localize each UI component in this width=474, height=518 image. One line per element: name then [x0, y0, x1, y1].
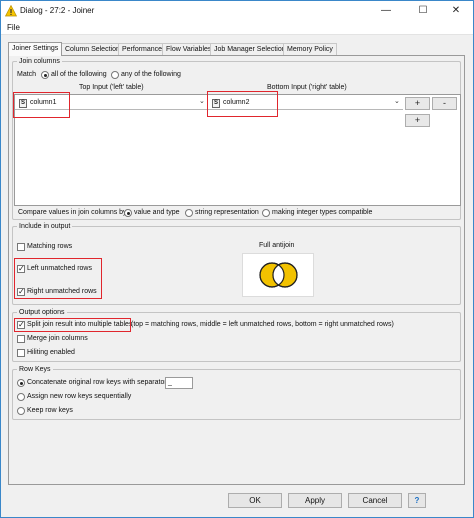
compare-value-type-label: value and type	[134, 209, 180, 216]
merge-columns-checkbox[interactable]	[17, 335, 25, 343]
compare-value-type-radio[interactable]	[124, 209, 132, 217]
window-title: Dialog - 27:2 - Joiner	[20, 6, 95, 15]
string-type-icon: S	[212, 99, 220, 108]
match-all-radio[interactable]	[41, 71, 49, 79]
concat-keys-label: Concatenate original row keys with separ…	[27, 379, 167, 386]
menu-bar: File	[1, 21, 473, 35]
split-tables-checkbox[interactable]: ✓	[17, 321, 25, 329]
help-icon[interactable]: ?	[408, 493, 426, 508]
compare-integer-radio[interactable]	[262, 209, 270, 217]
tab-flow-variables[interactable]: Flow Variables	[162, 43, 216, 55]
tab-memory-policy[interactable]: Memory Policy	[283, 43, 337, 55]
cancel-button[interactable]: Cancel	[348, 493, 402, 508]
compare-string-label: string representation	[195, 209, 259, 216]
match-all-label: all of the following	[51, 71, 107, 78]
right-column-combo[interactable]: S column2 ⌄	[208, 96, 403, 110]
join-venn-diagram	[242, 253, 314, 297]
knime-warning-icon	[5, 5, 17, 17]
assign-keys-radio[interactable]	[17, 393, 25, 401]
minimize-button[interactable]: —	[373, 3, 399, 19]
add-row-below-button[interactable]: +	[405, 114, 430, 127]
apply-button[interactable]: Apply	[288, 493, 342, 508]
ok-button[interactable]: OK	[228, 493, 282, 508]
left-column-combo[interactable]: S column1 ⌄	[15, 96, 208, 110]
output-options-legend: Output options	[19, 309, 65, 316]
include-output-legend: Include in output	[19, 223, 71, 230]
matching-rows-label: Matching rows	[27, 243, 73, 250]
keep-keys-label: Keep row keys	[27, 407, 73, 414]
left-unmatched-checkbox[interactable]: ✓	[17, 265, 25, 273]
chevron-down-icon: ⌄	[199, 98, 205, 105]
top-input-header: Top Input ('left' table)	[79, 84, 144, 91]
assign-keys-label: Assign new row keys sequentially	[27, 393, 132, 400]
matching-rows-checkbox[interactable]	[17, 243, 25, 251]
chevron-down-icon: ⌄	[394, 98, 400, 105]
match-any-radio[interactable]	[111, 71, 119, 79]
compare-integer-label: making integer types compatible	[272, 209, 373, 216]
tab-job-manager-selection[interactable]: Job Manager Selection	[210, 43, 290, 55]
right-unmatched-checkbox[interactable]: ✓	[17, 288, 25, 296]
title-bar: Dialog - 27:2 - Joiner — ☐ ✕	[1, 1, 473, 21]
compare-string-radio[interactable]	[185, 209, 193, 217]
match-any-label: any of the following	[121, 71, 181, 78]
tab-joiner-settings[interactable]: Joiner Settings	[8, 42, 63, 56]
hiliting-label: Hiliting enabled	[27, 349, 75, 356]
match-label: Match	[17, 71, 37, 78]
tab-column-selection[interactable]: Column Selection	[61, 43, 124, 55]
dialog-window: Dialog - 27:2 - Joiner — ☐ ✕ File Joiner…	[0, 0, 474, 518]
concat-keys-radio[interactable]	[17, 379, 25, 387]
split-tables-description: (top = matching rows, middle = left unma…	[131, 321, 394, 328]
menu-file[interactable]: File	[7, 23, 20, 32]
close-button[interactable]: ✕	[443, 3, 469, 19]
merge-columns-label: Merge join columns	[27, 335, 88, 342]
remove-row-button[interactable]: -	[432, 97, 457, 110]
right-column-value: column2	[223, 99, 250, 106]
left-column-value: column1	[30, 99, 57, 106]
row-keys-legend: Row Keys	[19, 366, 51, 373]
separator-input[interactable]: _	[165, 377, 193, 389]
keep-keys-radio[interactable]	[17, 407, 25, 415]
string-type-icon: S	[19, 99, 27, 108]
bottom-input-header: Bottom Input ('right' table)	[267, 84, 347, 91]
tab-performance[interactable]: Performance	[118, 43, 167, 55]
hiliting-checkbox[interactable]	[17, 349, 25, 357]
right-unmatched-label: Right unmatched rows	[27, 288, 97, 295]
add-row-button[interactable]: +	[405, 97, 430, 110]
venn-circles-icon	[259, 262, 298, 288]
maximize-button[interactable]: ☐	[410, 3, 436, 19]
split-tables-label: Split join result into multiple tables	[27, 321, 133, 328]
venn-title: Full antijoin	[259, 242, 295, 249]
join-columns-table	[14, 94, 461, 206]
join-columns-legend: Join columns	[19, 58, 60, 65]
compare-label: Compare values in join columns by	[18, 209, 127, 216]
left-unmatched-label: Left unmatched rows	[27, 265, 92, 272]
